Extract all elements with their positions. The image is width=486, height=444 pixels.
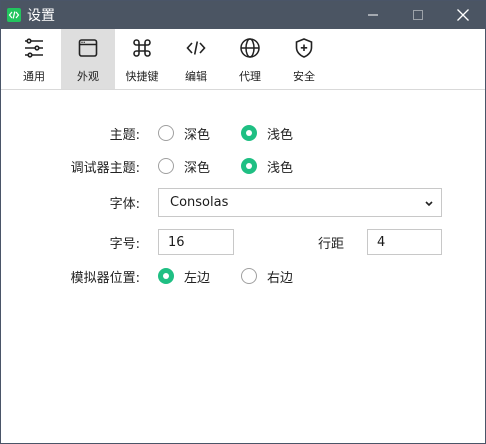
font-size-input[interactable]: 16 [158,229,234,255]
shield-plus-icon [295,38,313,58]
theme-row: 主题: 深色 浅色 [1,118,485,148]
radio-checked-icon [241,158,257,174]
title-bar: 设置 [1,1,485,29]
theme-light-radio[interactable]: 浅色 [241,124,293,143]
radio-unchecked-icon [158,158,174,174]
theme-light-label: 浅色 [267,127,294,143]
window-icon [78,39,98,57]
maximize-button[interactable] [395,1,440,29]
appearance-panel: 主题: 深色 浅色 调试器主题: 深色 浅色 字体: Consolas 字号: … [1,90,485,443]
theme-dark-radio[interactable]: 深色 [158,124,210,143]
debugger-theme-dark-radio[interactable]: 深色 [158,157,210,176]
simulator-position-row: 模拟器位置: 左边 右边 [1,261,485,291]
minimize-icon [367,14,378,16]
simulator-left-label: 左边 [184,270,211,286]
tab-general[interactable]: 通用 [7,29,61,89]
tab-general-label: 通用 [23,70,45,83]
debugger-theme-label: 调试器主题: [70,160,140,176]
simulator-right-label: 右边 [267,270,294,286]
debugger-theme-row: 调试器主题: 深色 浅色 [1,151,485,181]
font-row: 字体: Consolas [1,187,485,217]
simulator-left-radio[interactable]: 左边 [158,267,210,286]
line-spacing-label: 行距 [318,236,345,252]
debugger-theme-light-radio[interactable]: 浅色 [241,157,293,176]
tab-editor-label: 编辑 [185,70,207,83]
simulator-right-radio[interactable]: 右边 [241,267,293,286]
code-icon [186,41,206,55]
tab-editor[interactable]: 编辑 [169,29,223,89]
minimize-button[interactable] [350,1,395,29]
font-select-value: Consolas [170,194,229,210]
radio-checked-icon [241,125,257,141]
radio-checked-icon [158,268,174,284]
maximize-icon [412,10,423,20]
tab-shortcuts-label: 快捷键 [125,70,159,83]
font-size-row: 字号: 16 行距 4 [1,227,485,257]
tab-shortcuts[interactable]: 快捷键 [115,29,169,89]
globe-icon [240,38,260,58]
sliders-icon [25,38,43,58]
tab-appearance[interactable]: 外观 [61,29,115,89]
debugger-theme-light-label: 浅色 [267,160,294,176]
settings-window: 设置 通用 外观 快捷键 编辑 代理 安全 主题: 深色 浅色 调试器主题: 深… [0,0,486,444]
font-select[interactable]: Consolas [158,187,442,217]
radio-unchecked-icon [158,125,174,141]
window-title: 设置 [27,8,55,24]
tab-appearance-label: 外观 [77,70,99,83]
tab-security-label: 安全 [293,70,315,83]
simulator-position-label: 模拟器位置: [70,270,140,286]
tab-proxy[interactable]: 代理 [223,29,277,89]
radio-unchecked-icon [241,268,257,284]
chevron-down-icon [425,200,433,206]
app-code-icon [7,8,21,22]
font-label: 字体: [109,196,140,212]
theme-dark-label: 深色 [184,127,211,143]
theme-label: 主题: [109,127,140,143]
command-icon [133,39,151,57]
settings-toolbar: 通用 外观 快捷键 编辑 代理 安全 [1,29,485,90]
debugger-theme-dark-label: 深色 [184,160,211,176]
close-button[interactable] [440,1,485,29]
tab-security[interactable]: 安全 [277,29,331,89]
tab-proxy-label: 代理 [239,70,261,83]
font-size-label: 字号: [109,236,140,252]
line-spacing-input[interactable]: 4 [367,229,442,255]
close-icon [456,9,469,21]
